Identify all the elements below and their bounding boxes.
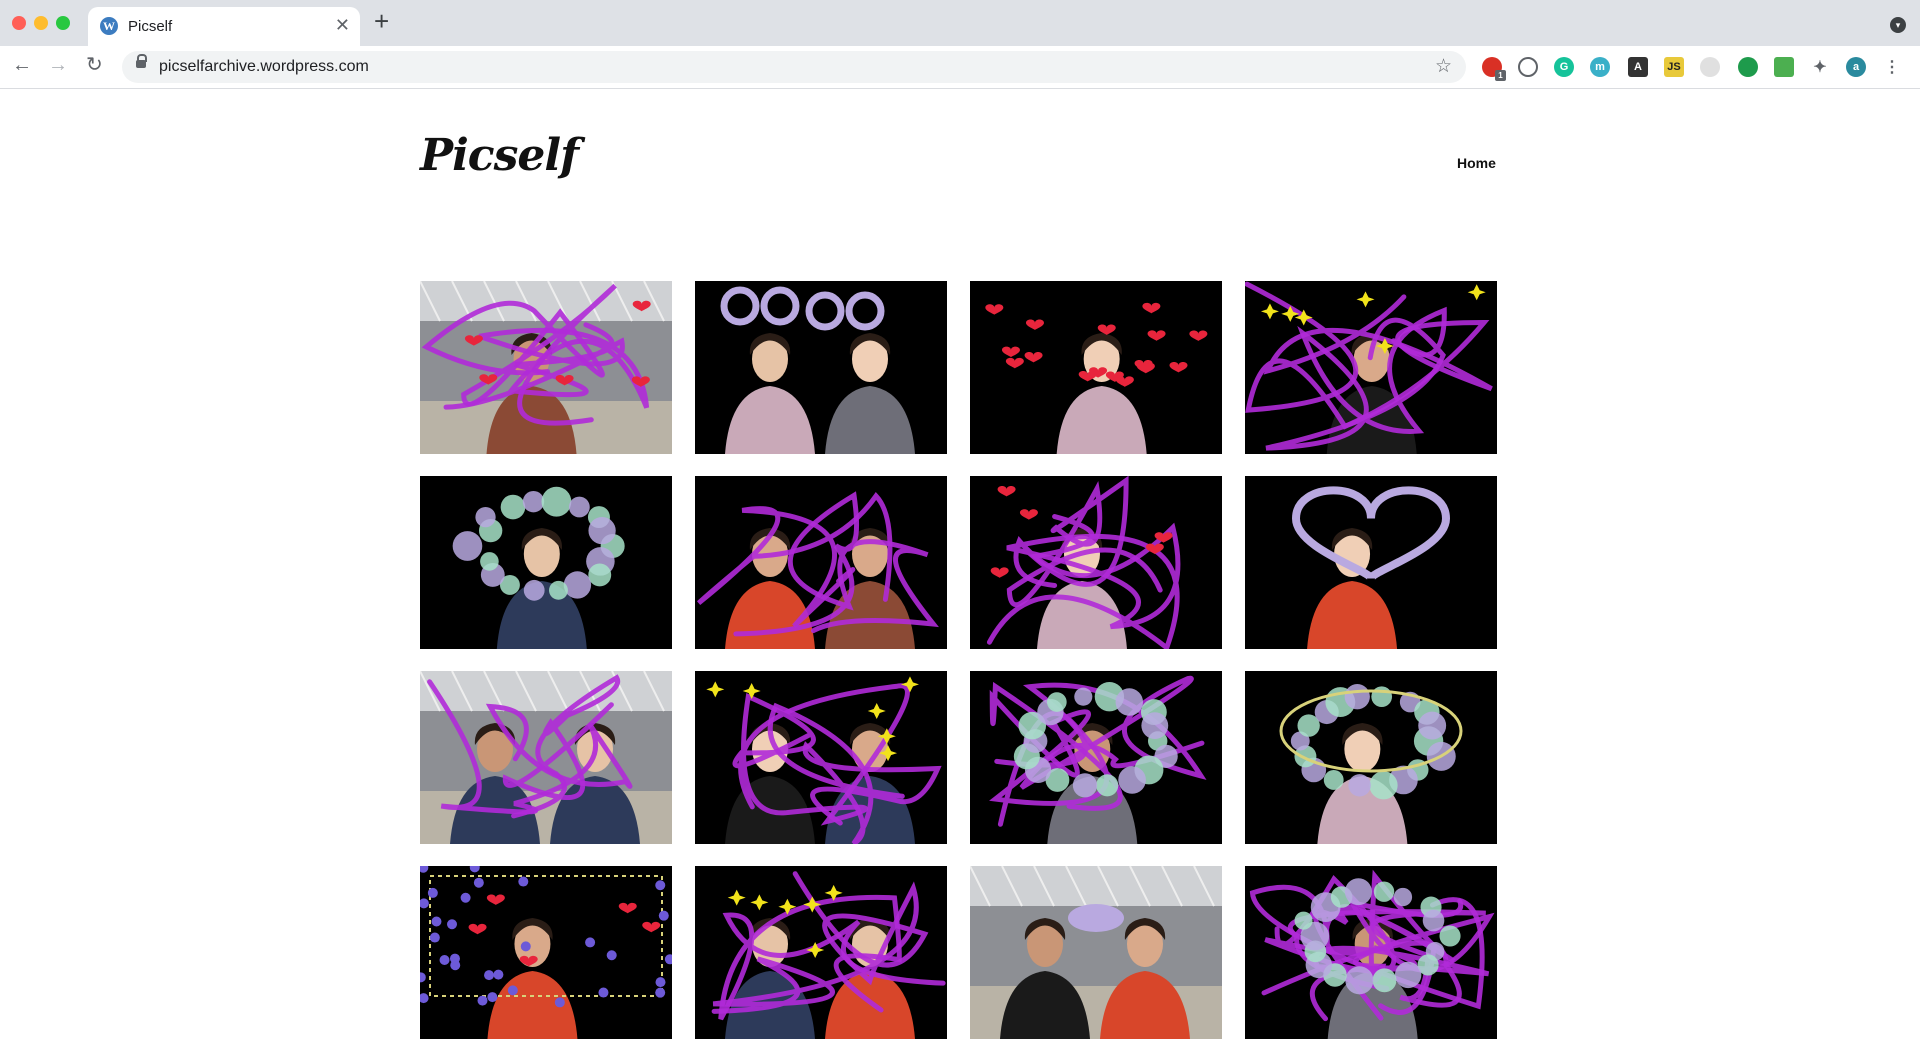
photo-image: [1245, 281, 1497, 454]
tab-close-icon[interactable]: ✕: [335, 15, 350, 36]
browser-toolbar: ← → ↻ picselfarchive.wordpress.com ☆ 1 G…: [0, 46, 1920, 89]
new-tab-button[interactable]: +: [374, 8, 389, 34]
browser-tab[interactable]: W Picself ✕: [88, 7, 360, 46]
window-close-button[interactable]: [12, 16, 26, 30]
grammarly-icon[interactable]: G: [1554, 57, 1574, 77]
photo-image: [970, 671, 1222, 844]
address-bar[interactable]: picselfarchive.wordpress.com ☆: [122, 51, 1466, 83]
gallery-thumbnail[interactable]: [420, 476, 672, 649]
address-url[interactable]: picselfarchive.wordpress.com: [159, 58, 369, 76]
gallery-thumbnail[interactable]: [420, 281, 672, 454]
window-minimize-button[interactable]: [34, 16, 48, 30]
gallery-thumbnail[interactable]: [970, 866, 1222, 1039]
gallery-thumbnail[interactable]: [695, 476, 947, 649]
gallery-thumbnail[interactable]: [420, 671, 672, 844]
puzzle-icon[interactable]: ✦: [1810, 57, 1830, 77]
gallery-thumbnail[interactable]: [970, 476, 1222, 649]
gallery-thumbnail[interactable]: [970, 671, 1222, 844]
gallery-thumbnail[interactable]: [420, 866, 672, 1039]
photo-image: [1245, 476, 1497, 649]
site-title[interactable]: Picself: [420, 130, 579, 181]
window-maximize-button[interactable]: [56, 16, 70, 30]
photo-image: [695, 476, 947, 649]
gallery-thumbnail[interactable]: [970, 281, 1222, 454]
photo-image: [695, 866, 947, 1039]
gallery-thumbnail[interactable]: [695, 866, 947, 1039]
browser-tab-strip: W Picself ✕ + ▾: [0, 0, 1920, 46]
gallery-thumbnail[interactable]: [1245, 671, 1497, 844]
wordpress-icon: W: [100, 17, 118, 35]
extension-m-icon[interactable]: m: [1590, 57, 1610, 77]
photo-gallery: [420, 281, 1497, 1039]
back-arrow-icon[interactable]: ←: [12, 55, 32, 75]
extension-badge: 1: [1495, 70, 1506, 81]
extension-grey-icon[interactable]: [1700, 57, 1720, 77]
extension-a-icon[interactable]: A: [1628, 57, 1648, 77]
nav-home-link[interactable]: Home: [1457, 155, 1496, 171]
gallery-thumbnail[interactable]: [1245, 281, 1497, 454]
photo-image: [695, 671, 947, 844]
photo-image: [420, 866, 672, 1039]
lock-icon: [136, 54, 147, 68]
gallery-thumbnail[interactable]: [695, 671, 947, 844]
photo-image: [420, 281, 672, 454]
photo-image: [970, 866, 1222, 1039]
gallery-thumbnail[interactable]: [1245, 866, 1497, 1039]
photo-image: [420, 476, 672, 649]
tab-title: Picself: [128, 18, 173, 35]
extension-red-icon[interactable]: 1: [1482, 57, 1506, 81]
photo-image: [695, 281, 947, 454]
extension-green-icon[interactable]: [1738, 57, 1758, 77]
photo-image: [1245, 671, 1497, 844]
gallery-thumbnail[interactable]: [695, 281, 947, 454]
forward-arrow-icon[interactable]: →: [48, 55, 68, 75]
gallery-thumbnail[interactable]: [1245, 476, 1497, 649]
tab-search-icon[interactable]: ▾: [1890, 17, 1906, 33]
profile-icon[interactable]: a: [1846, 57, 1866, 77]
menu-icon[interactable]: ⋮: [1882, 57, 1902, 77]
extension-js-icon[interactable]: JS: [1664, 57, 1684, 77]
photo-image: [1245, 866, 1497, 1039]
bookmark-star-icon[interactable]: ☆: [1435, 55, 1452, 78]
photo-image: [420, 671, 672, 844]
reload-icon[interactable]: ↻: [86, 55, 103, 75]
extension-chart-icon[interactable]: [1774, 57, 1794, 77]
photo-image: [970, 281, 1222, 454]
photo-image: [970, 476, 1222, 649]
extension-circle-icon[interactable]: [1518, 57, 1538, 77]
